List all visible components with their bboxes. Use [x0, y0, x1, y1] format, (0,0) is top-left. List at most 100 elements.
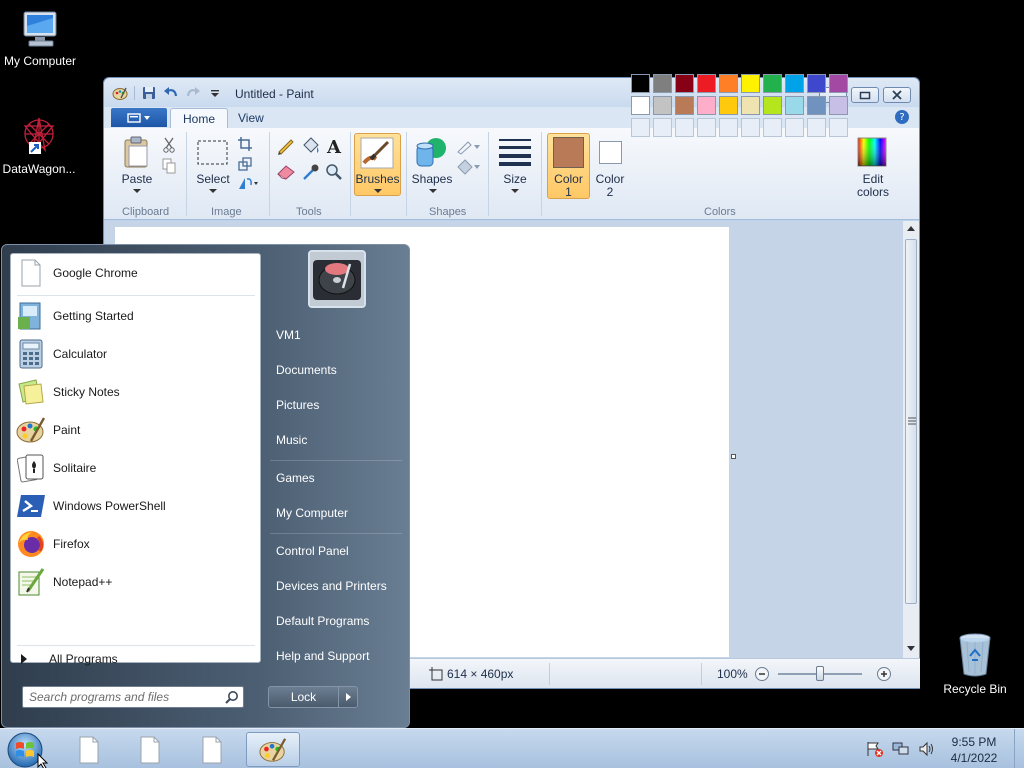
start-link-documents[interactable]: Documents	[276, 363, 337, 377]
lock-button[interactable]: Lock	[268, 686, 358, 708]
vertical-scrollbar[interactable]	[903, 221, 919, 658]
eraser-icon[interactable]	[276, 164, 296, 180]
palette-swatch[interactable]	[741, 96, 760, 115]
fill-shape-icon[interactable]	[456, 159, 480, 175]
palette-swatch[interactable]	[829, 96, 848, 115]
text-icon[interactable]: A	[325, 136, 343, 156]
lock-label[interactable]: Lock	[269, 687, 339, 707]
palette-swatch[interactable]	[653, 74, 672, 93]
edit-colors-button[interactable]: Edit colors	[852, 173, 894, 199]
custom-color-slot[interactable]	[785, 118, 804, 137]
custom-color-slot[interactable]	[807, 118, 826, 137]
palette-swatch[interactable]	[631, 74, 650, 93]
select-button[interactable]: Select	[194, 173, 232, 186]
volume-icon[interactable]	[918, 741, 936, 757]
program-getting-started[interactable]: Getting Started	[15, 299, 255, 333]
pencil-icon[interactable]	[276, 137, 296, 155]
cut-icon[interactable]	[162, 137, 176, 153]
user-avatar[interactable]	[308, 250, 366, 308]
palette-swatch[interactable]	[697, 96, 716, 115]
custom-color-slot[interactable]	[653, 118, 672, 137]
palette-swatch[interactable]	[829, 74, 848, 93]
start-link-help-support[interactable]: Help and Support	[276, 649, 369, 663]
redo-icon[interactable]	[185, 85, 201, 101]
paint-app-icon[interactable]	[112, 85, 128, 101]
search-input[interactable]	[23, 687, 213, 707]
shutdown-options-button[interactable]	[339, 687, 357, 707]
start-link-music[interactable]: Music	[276, 433, 307, 447]
network-icon[interactable]	[892, 741, 910, 757]
palette-swatch[interactable]	[697, 74, 716, 93]
customize-toolbar-icon[interactable]	[207, 85, 223, 101]
program-google-chrome[interactable]: Google Chrome	[15, 256, 255, 290]
palette-swatch[interactable]	[785, 96, 804, 115]
resize-icon[interactable]	[238, 157, 252, 171]
custom-color-slot[interactable]	[697, 118, 716, 137]
show-desktop-button[interactable]	[1014, 729, 1024, 768]
zoom-out-icon[interactable]	[754, 666, 770, 682]
start-link-devices-printers[interactable]: Devices and Printers	[276, 579, 387, 593]
crop-icon[interactable]	[238, 137, 252, 151]
tab-home[interactable]: Home	[170, 108, 229, 128]
color2-swatch[interactable]	[599, 141, 622, 164]
palette-swatch[interactable]	[807, 74, 826, 93]
start-link-default-programs[interactable]: Default Programs	[276, 614, 369, 628]
file-menu-button[interactable]	[111, 108, 167, 127]
palette-swatch[interactable]	[631, 96, 650, 115]
program-notepadpp[interactable]: Notepad++	[15, 565, 255, 599]
palette-swatch[interactable]	[763, 74, 782, 93]
paste-button[interactable]: Paste	[120, 173, 154, 186]
desktop-icon-my-computer[interactable]: My Computer	[0, 8, 80, 68]
outline-icon[interactable]	[456, 139, 480, 155]
custom-color-slot[interactable]	[829, 118, 848, 137]
program-windows-powershell[interactable]: Windows PowerShell	[15, 489, 255, 523]
program-sticky-notes[interactable]: Sticky Notes	[15, 375, 255, 409]
program-firefox[interactable]: Firefox	[15, 527, 255, 561]
fill-icon[interactable]	[301, 137, 321, 155]
custom-color-slot[interactable]	[741, 118, 760, 137]
start-search-box[interactable]	[22, 686, 244, 708]
palette-swatch[interactable]	[719, 74, 738, 93]
taskbar-item-document-1[interactable]	[62, 732, 116, 767]
start-link-games[interactable]: Games	[276, 471, 315, 485]
palette-swatch[interactable]	[785, 74, 804, 93]
palette-swatch[interactable]	[741, 74, 760, 93]
palette-swatch[interactable]	[653, 96, 672, 115]
magnifier-icon[interactable]	[325, 163, 343, 181]
scroll-down-icon[interactable]	[907, 646, 915, 652]
shapes-button[interactable]: Shapes	[410, 173, 454, 186]
desktop-icon-datawagon[interactable]: DataWagon...	[0, 112, 79, 176]
size-button[interactable]: Size	[498, 173, 532, 186]
close-button[interactable]	[883, 87, 911, 103]
start-link-my-computer[interactable]: My Computer	[276, 506, 348, 520]
scroll-up-icon[interactable]	[907, 226, 915, 232]
start-link-user[interactable]: VM1	[276, 328, 301, 342]
program-solitaire[interactable]: Solitaire	[15, 451, 255, 485]
action-center-flag-icon[interactable]	[866, 741, 884, 757]
system-clock[interactable]: 9:55 PM 4/1/2022	[936, 734, 1012, 766]
palette-swatch[interactable]	[763, 96, 782, 115]
scrollbar-thumb[interactable]	[905, 239, 917, 604]
rotate-icon[interactable]	[238, 176, 258, 190]
taskbar-item-document-3[interactable]	[185, 732, 239, 767]
color2-button[interactable]: Color 2	[591, 173, 629, 199]
help-icon[interactable]: ?	[895, 110, 909, 124]
program-calculator[interactable]: Calculator	[15, 337, 255, 371]
undo-icon[interactable]	[163, 85, 179, 101]
search-icon[interactable]	[225, 690, 239, 704]
save-icon[interactable]	[141, 85, 157, 101]
zoom-slider-thumb[interactable]	[816, 666, 824, 681]
palette-swatch[interactable]	[675, 74, 694, 93]
custom-color-slot[interactable]	[631, 118, 650, 137]
palette-swatch[interactable]	[675, 96, 694, 115]
start-link-control-panel[interactable]: Control Panel	[276, 544, 349, 558]
all-programs-button[interactable]: All Programs	[21, 652, 118, 666]
color-picker-icon[interactable]	[302, 163, 320, 181]
canvas-resize-handle[interactable]	[731, 454, 736, 459]
zoom-in-icon[interactable]	[876, 666, 892, 682]
tab-view[interactable]: View	[226, 108, 276, 128]
maximize-button[interactable]	[851, 87, 879, 103]
palette-swatch[interactable]	[807, 96, 826, 115]
copy-icon[interactable]	[162, 158, 176, 174]
palette-swatch[interactable]	[719, 96, 738, 115]
